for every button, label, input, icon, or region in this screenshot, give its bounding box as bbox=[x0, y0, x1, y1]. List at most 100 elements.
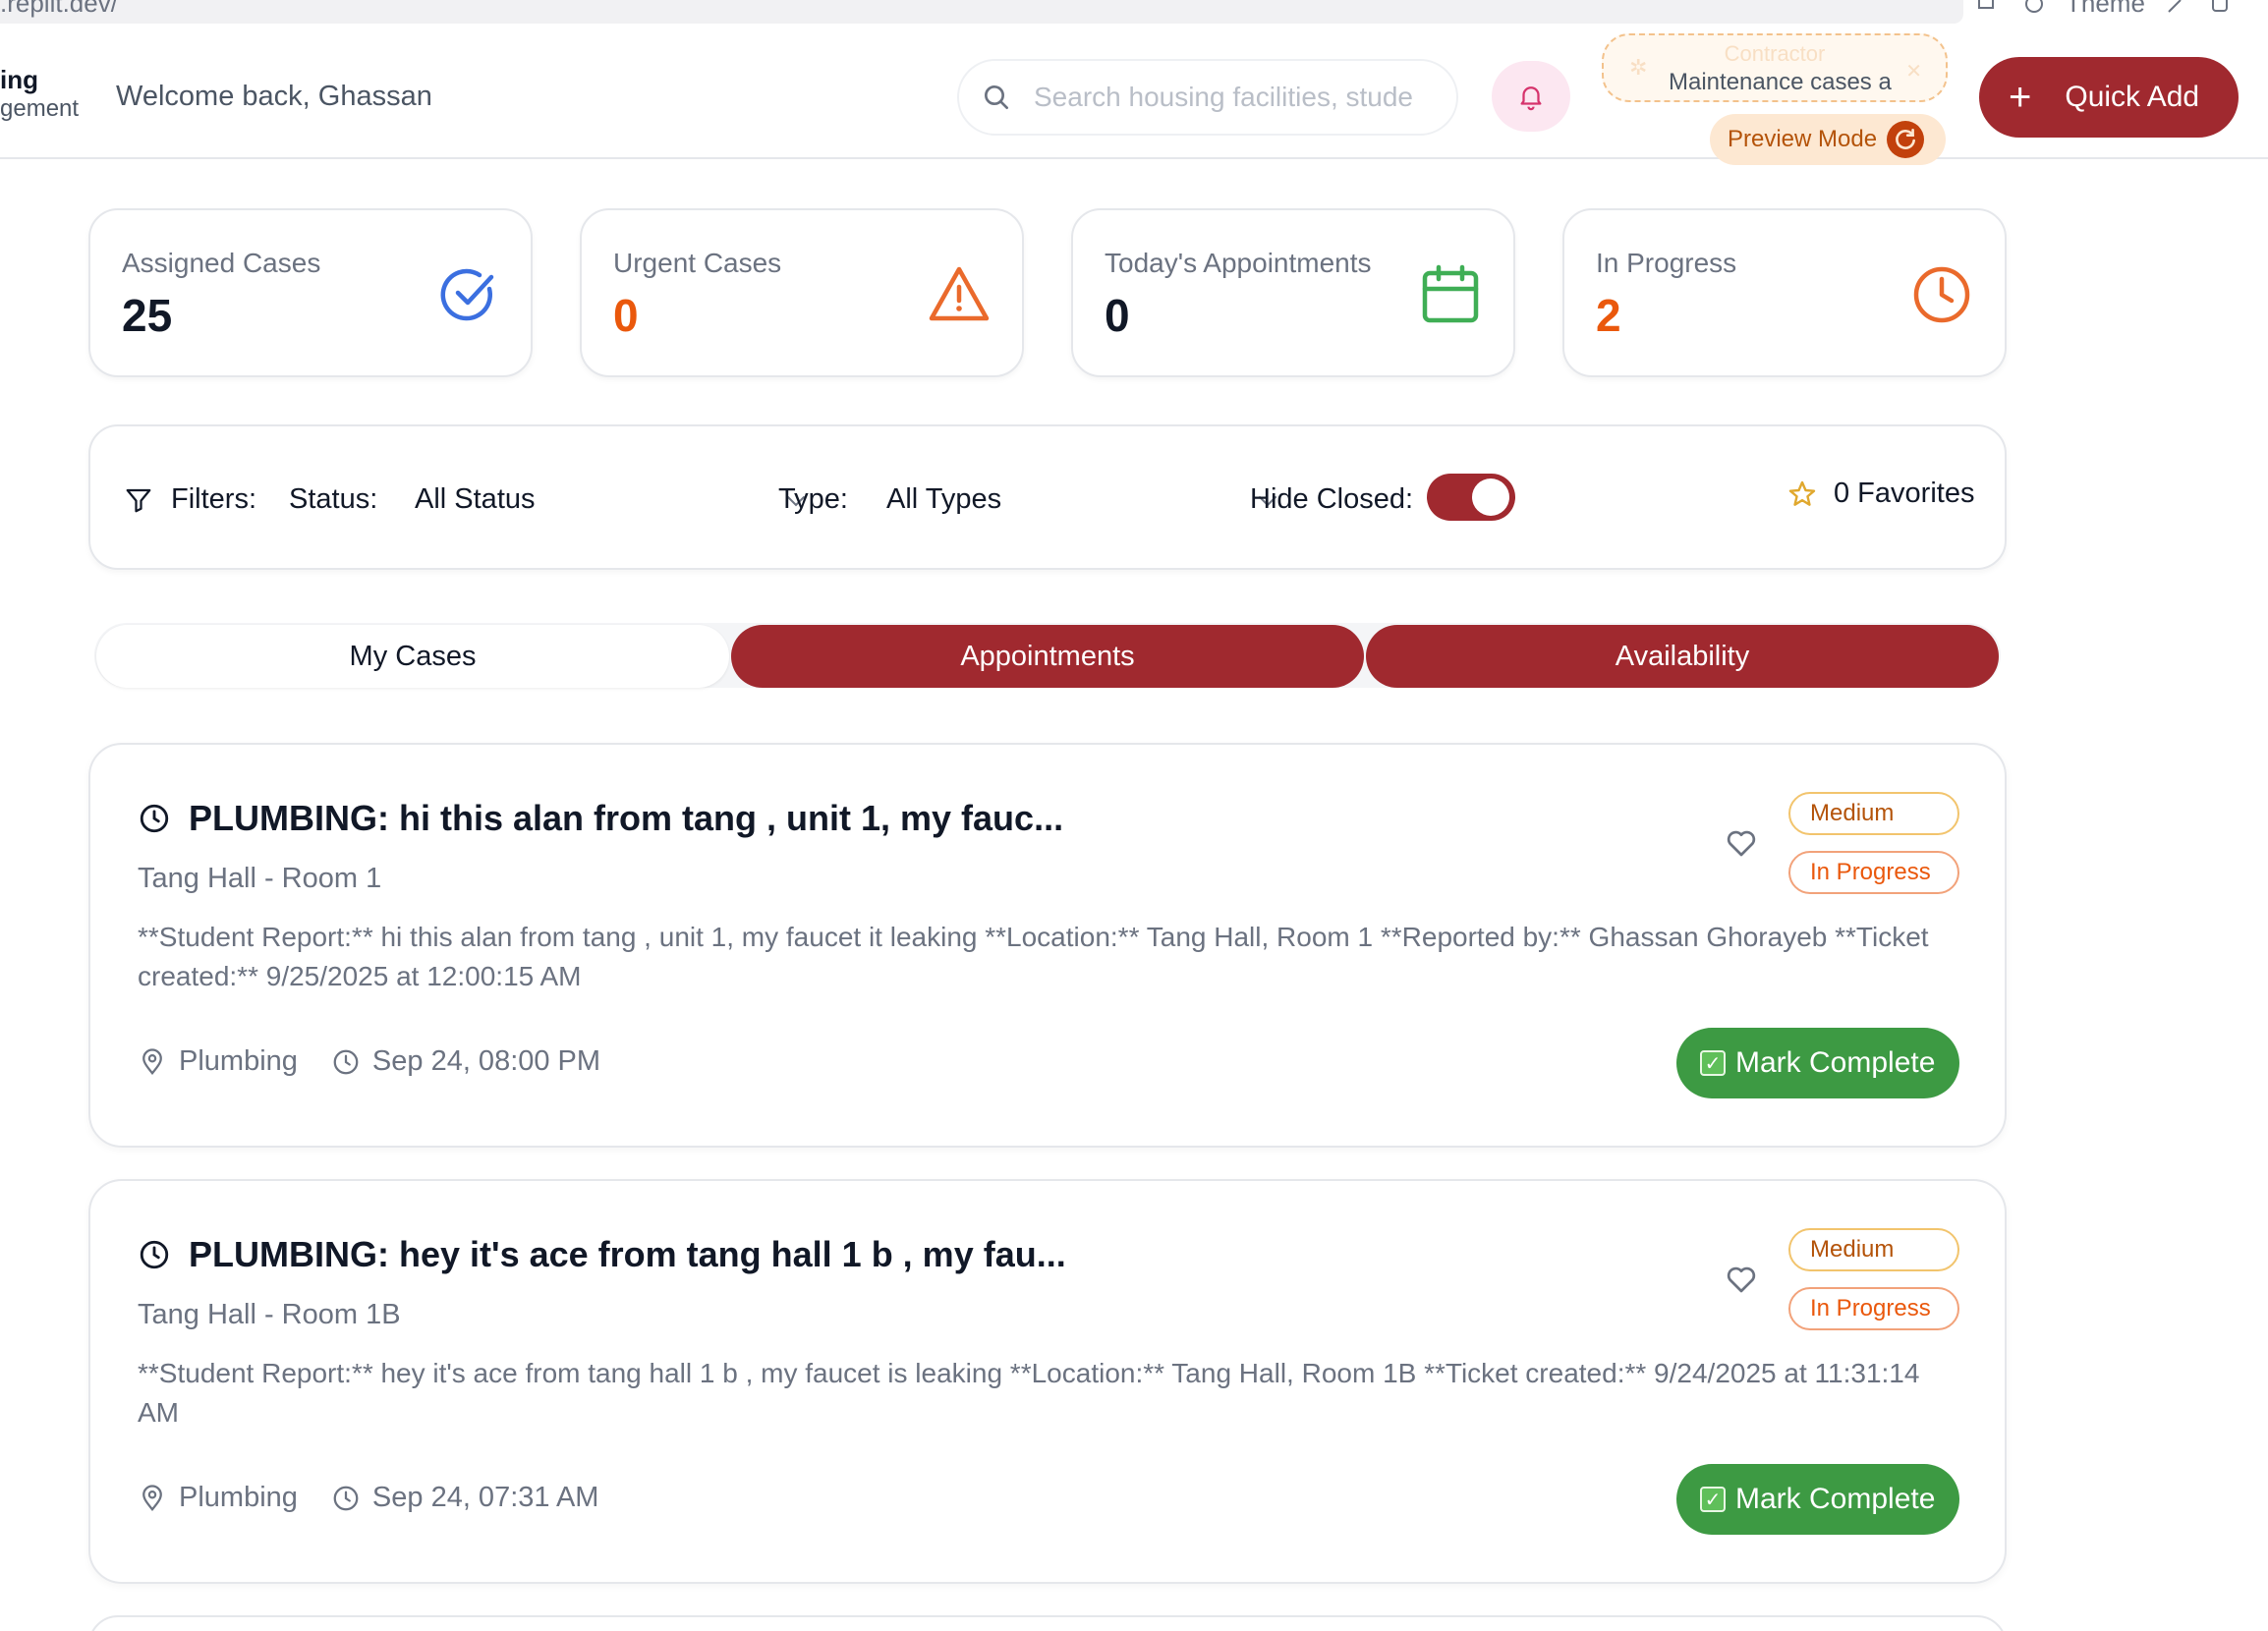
palette-icon[interactable] bbox=[2020, 0, 2048, 16]
address-field[interactable]: .replit.dev/ bbox=[0, 0, 1963, 24]
contractor-title: Contractor bbox=[1724, 41, 1826, 66]
check-icon: ✓ bbox=[1700, 1050, 1726, 1076]
heart-icon[interactable] bbox=[1724, 825, 1759, 861]
stat-card-in-progress: In Progress 2 bbox=[1562, 208, 2007, 377]
check-circle-icon bbox=[440, 268, 494, 321]
favorites-filter[interactable]: 0 Favorites bbox=[1786, 478, 1974, 510]
clock-icon bbox=[333, 1486, 359, 1510]
map-pin-icon bbox=[142, 1047, 162, 1075]
case-meta: Plumbing Sep 24, 08:00 PM bbox=[138, 1045, 634, 1078]
url-text: .replit.dev/ bbox=[0, 0, 118, 18]
case-card[interactable]: PLUMBING: hey it's ace from tang hall 1 … bbox=[88, 1179, 2007, 1584]
mark-complete-button[interactable]: ✓ Mark Complete bbox=[1676, 1464, 1959, 1535]
status-label: Status: bbox=[289, 483, 378, 515]
search-icon bbox=[985, 85, 1008, 109]
case-category: Plumbing bbox=[138, 1045, 298, 1078]
stat-value: 2 bbox=[1596, 290, 1621, 341]
search-input[interactable] bbox=[1034, 82, 1427, 113]
case-category-label: Plumbing bbox=[179, 1482, 298, 1513]
search-box[interactable] bbox=[957, 59, 1458, 136]
toggle-knob bbox=[1472, 478, 1509, 516]
case-card[interactable] bbox=[88, 1615, 2007, 1631]
case-datetime-label: Sep 24, 08:00 PM bbox=[371, 1045, 601, 1077]
type-select-value: All Types bbox=[886, 483, 1002, 515]
bell-icon bbox=[1520, 86, 1542, 111]
view-tabs: My Cases Appointments Availability bbox=[94, 623, 2001, 688]
case-title[interactable]: PLUMBING: hey it's ace from tang hall 1 … bbox=[189, 1234, 1066, 1275]
status-select[interactable]: All Status bbox=[415, 466, 818, 534]
heart-icon[interactable] bbox=[1724, 1262, 1759, 1297]
hide-closed-toggle[interactable] bbox=[1427, 474, 1515, 521]
case-category: Plumbing bbox=[138, 1482, 298, 1514]
tab-my-cases[interactable]: My Cases bbox=[96, 625, 729, 688]
case-datetime: Sep 24, 07:31 AM bbox=[331, 1482, 599, 1514]
stat-label: Today's Appointments bbox=[1105, 248, 1372, 278]
stat-value: 0 bbox=[613, 290, 639, 341]
stat-card-appointments: Today's Appointments 0 bbox=[1071, 208, 1515, 377]
stat-card-urgent: Urgent Cases 0 bbox=[580, 208, 1024, 377]
stat-label: Assigned Cases bbox=[122, 248, 321, 278]
refresh-icon[interactable] bbox=[1887, 121, 1925, 158]
stat-value: 25 bbox=[122, 290, 173, 341]
clock-icon bbox=[1913, 266, 1970, 323]
wrench-icon[interactable] bbox=[2163, 0, 2190, 16]
tab-availability[interactable]: Availability bbox=[1366, 625, 1999, 688]
case-description: **Student Report:** hey it's ace from ta… bbox=[138, 1358, 1920, 1428]
priority-badge: Medium bbox=[1788, 1228, 1959, 1271]
mark-complete-label: Mark Complete bbox=[1735, 1046, 1936, 1079]
case-description: **Student Report:** hi this alan from ta… bbox=[138, 922, 1929, 991]
case-datetime-label: Sep 24, 07:31 AM bbox=[371, 1482, 599, 1513]
welcome-message: Welcome back, Ghassan bbox=[116, 81, 432, 112]
quick-add-label: Quick Add bbox=[2065, 81, 2200, 113]
status-badge: In Progress bbox=[1788, 851, 1959, 894]
contractor-banner[interactable]: ✲ Contractor Maintenance cases a ✕ bbox=[1602, 33, 1948, 102]
map-pin-icon bbox=[142, 1484, 162, 1511]
stat-card-assigned: Assigned Cases 25 bbox=[88, 208, 533, 377]
quick-add-button[interactable]: + Quick Add bbox=[1979, 57, 2239, 138]
case-location: Tang Hall - Room 1 bbox=[138, 863, 382, 894]
favorites-label: 0 Favorites bbox=[1834, 478, 1975, 509]
filters-label: Filters: bbox=[171, 483, 256, 515]
contractor-message: Maintenance cases a bbox=[1669, 69, 1892, 95]
brand[interactable]: ing gement bbox=[0, 65, 79, 124]
case-title[interactable]: PLUMBING: hi this alan from tang , unit … bbox=[189, 798, 1063, 839]
preview-mode-badge[interactable]: Preview Mode bbox=[1710, 114, 1946, 165]
warning-triangle-icon bbox=[929, 266, 990, 321]
case-header: PLUMBING: hi this alan from tang , unit … bbox=[138, 798, 1063, 839]
clock-icon bbox=[140, 804, 169, 833]
theme-label[interactable]: Theme bbox=[2066, 0, 2145, 19]
calendar-icon bbox=[1422, 264, 1479, 323]
case-datetime: Sep 24, 08:00 PM bbox=[331, 1045, 600, 1078]
status-select-value: All Status bbox=[415, 483, 536, 515]
plus-icon: + bbox=[2009, 76, 2032, 119]
case-location: Tang Hall - Room 1B bbox=[138, 1299, 401, 1330]
stat-label: In Progress bbox=[1596, 248, 1737, 278]
close-icon[interactable]: ✕ bbox=[1905, 59, 1922, 84]
hide-closed-label: Hide Closed: bbox=[1250, 483, 1414, 515]
clock-icon bbox=[333, 1049, 359, 1074]
case-category-label: Plumbing bbox=[179, 1045, 298, 1077]
clock-icon bbox=[140, 1240, 169, 1269]
stat-value: 0 bbox=[1105, 290, 1130, 341]
external-link-icon[interactable] bbox=[2208, 0, 2236, 16]
mark-complete-label: Mark Complete bbox=[1735, 1483, 1936, 1515]
filter-bar: Filters: Status: All Status Type: All Ty… bbox=[88, 424, 2007, 570]
star-icon bbox=[1788, 480, 1816, 506]
type-select[interactable]: All Types bbox=[886, 466, 1289, 534]
case-card[interactable]: PLUMBING: hi this alan from tang , unit … bbox=[88, 743, 2007, 1148]
mark-complete-button[interactable]: ✓ Mark Complete bbox=[1676, 1028, 1959, 1098]
preview-mode-label: Preview Mode bbox=[1728, 126, 1878, 152]
status-badge: In Progress bbox=[1788, 1287, 1959, 1330]
case-header: PLUMBING: hey it's ace from tang hall 1 … bbox=[138, 1234, 1066, 1275]
device-icon[interactable] bbox=[1975, 0, 2003, 16]
check-icon: ✓ bbox=[1700, 1487, 1726, 1512]
brand-subtitle: gement bbox=[0, 95, 80, 123]
stat-label: Urgent Cases bbox=[613, 248, 782, 278]
brand-title: ing bbox=[0, 65, 38, 94]
notifications-button[interactable] bbox=[1492, 61, 1570, 132]
priority-badge: Medium bbox=[1788, 792, 1959, 835]
browser-toolbar: Theme bbox=[1975, 0, 2236, 19]
browser-url-bar: .replit.dev/ Theme bbox=[0, 0, 2268, 26]
tab-appointments[interactable]: Appointments bbox=[731, 625, 1364, 688]
app-header: ing gement Welcome back, Ghassan ✲ Contr… bbox=[0, 26, 2268, 165]
